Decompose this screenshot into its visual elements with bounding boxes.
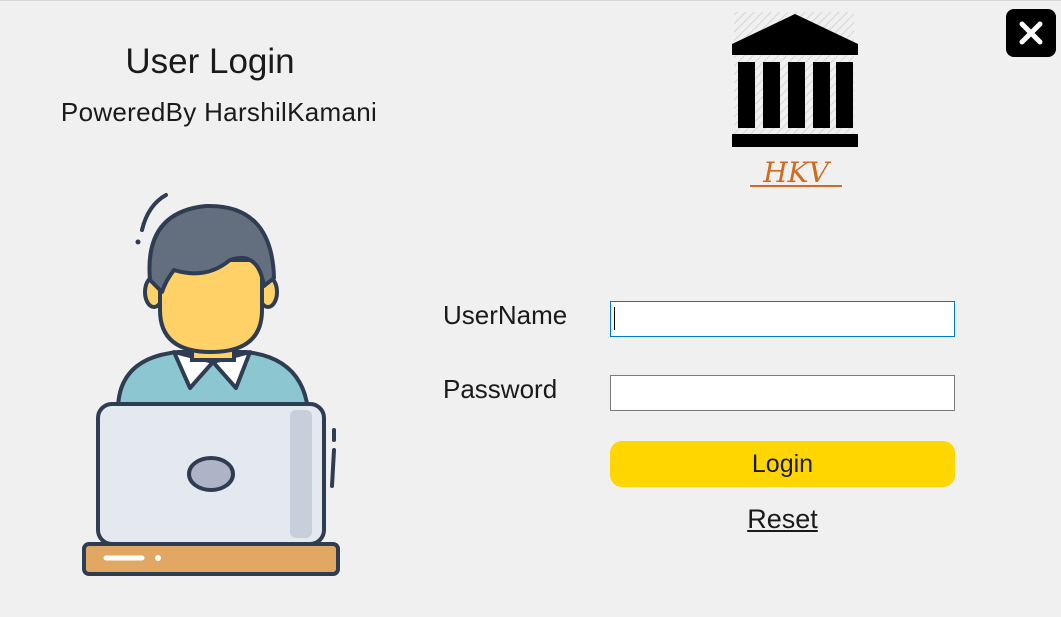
user-avatar-illustration bbox=[78, 190, 348, 587]
reset-link[interactable]: Reset bbox=[610, 504, 955, 535]
logo-monogram: HKV bbox=[762, 156, 831, 189]
window-top-border bbox=[0, 0, 1061, 1]
close-icon bbox=[1019, 21, 1043, 45]
bank-building-icon: HKV bbox=[732, 12, 858, 189]
text-cursor bbox=[614, 307, 615, 330]
username-input[interactable] bbox=[610, 301, 955, 337]
password-label: Password bbox=[443, 374, 558, 404]
password-input[interactable] bbox=[610, 375, 955, 411]
powered-by-subtitle: PoweredBy HarshilKamani bbox=[60, 97, 378, 127]
username-label: UserName bbox=[443, 300, 568, 330]
logo: HKV bbox=[728, 12, 862, 197]
login-button[interactable]: Login bbox=[610, 441, 955, 487]
page-title: User Login bbox=[125, 42, 295, 81]
user-with-laptop-icon bbox=[82, 193, 340, 576]
close-button[interactable] bbox=[1006, 9, 1056, 57]
